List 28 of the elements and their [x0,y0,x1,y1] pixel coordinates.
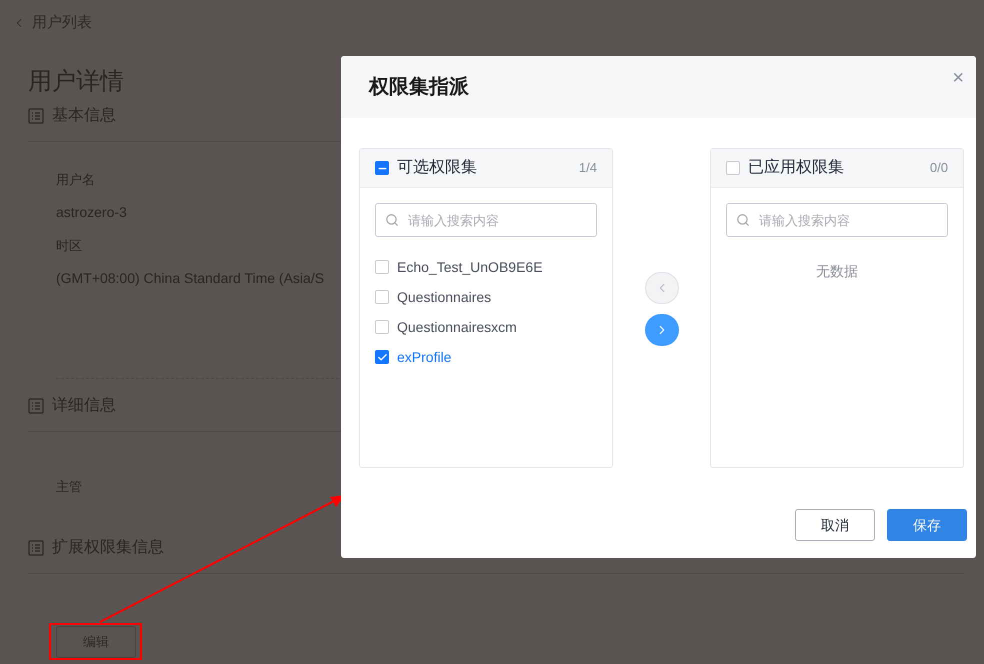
search-icon [736,213,750,227]
search-field[interactable]: 请输入搜索内容 [375,203,597,237]
checkbox[interactable] [375,350,389,364]
checkbox[interactable] [726,161,740,175]
list-icon [28,540,44,556]
cancel-button[interactable]: 取消 [795,509,875,541]
panel-title: 已应用权限集 [748,158,844,178]
panel-count: 0/0 [930,159,948,178]
list-icon [28,108,44,124]
list-icon [28,398,44,414]
list-item-label[interactable]: Questionnairesxcm [397,316,517,338]
close-button[interactable]: × [952,68,964,88]
panel-count: 1/4 [578,159,597,178]
check-icon [376,352,388,362]
search-field[interactable]: 请输入搜索内容 [726,203,948,237]
save-button[interactable]: 保存 [887,509,967,541]
list-item-label[interactable]: exProfile [397,346,452,368]
checkbox[interactable] [375,161,389,175]
list-item-label[interactable]: Echo_Test_UnOB9E6E [397,256,543,278]
empty-text: 无数据 [815,262,859,281]
search-icon [385,213,399,227]
checkbox[interactable] [375,320,389,334]
panel-title: 可选权限集 [397,158,477,178]
dialog-title: 权限集指派 [369,75,469,100]
checkbox[interactable] [375,290,389,304]
list-item-label[interactable]: Questionnaires [397,286,492,308]
transfer-button[interactable] [644,314,678,346]
checkbox[interactable] [375,260,389,274]
